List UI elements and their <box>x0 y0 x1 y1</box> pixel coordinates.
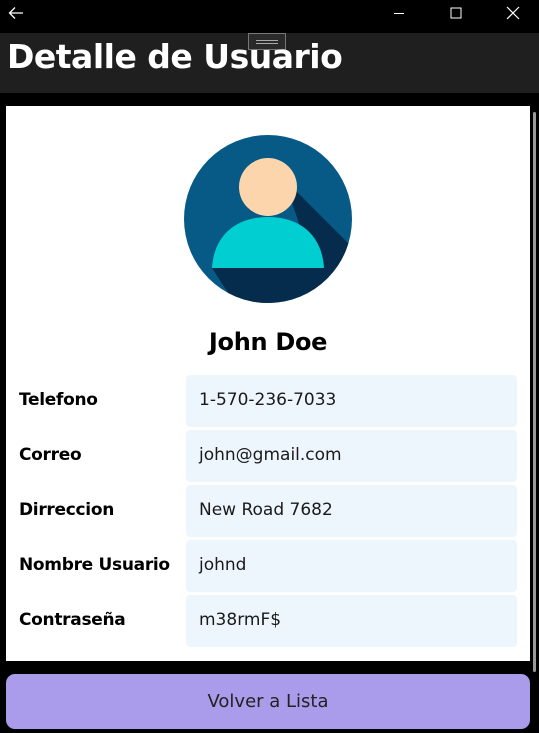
page-header: Detalle de Usuario <box>0 33 539 93</box>
email-value: john@gmail.com <box>186 430 517 482</box>
back-to-list-button[interactable]: Volver a Lista <box>6 674 530 729</box>
phone-label: Telefono <box>19 390 98 410</box>
close-icon <box>506 6 520 20</box>
user-name: John Doe <box>208 328 328 356</box>
page-title: Detalle de Usuario <box>7 37 343 76</box>
scrollbar[interactable] <box>533 112 536 672</box>
address-value: New Road 7682 <box>186 485 517 537</box>
back-button[interactable] <box>0 0 32 26</box>
password-value: m38rmF$ <box>186 595 517 647</box>
password-label: Contraseña <box>19 610 126 630</box>
minimize-icon <box>394 13 404 14</box>
email-label: Correo <box>19 445 82 465</box>
username-value: johnd <box>186 540 517 592</box>
address-label: Dirreccion <box>19 500 114 520</box>
minimize-button[interactable] <box>376 0 422 26</box>
user-detail-card: John Doe Telefono 1-570-236-7033 Correo … <box>6 106 530 661</box>
arrow-left-icon <box>8 7 23 19</box>
maximize-icon <box>450 7 462 19</box>
phone-value: 1-570-236-7033 <box>186 375 517 427</box>
user-avatar-icon <box>184 135 352 303</box>
username-label: Nombre Usuario <box>19 555 170 575</box>
close-button[interactable] <box>490 0 536 26</box>
title-bar <box>0 0 539 33</box>
maximize-button[interactable] <box>433 0 479 26</box>
